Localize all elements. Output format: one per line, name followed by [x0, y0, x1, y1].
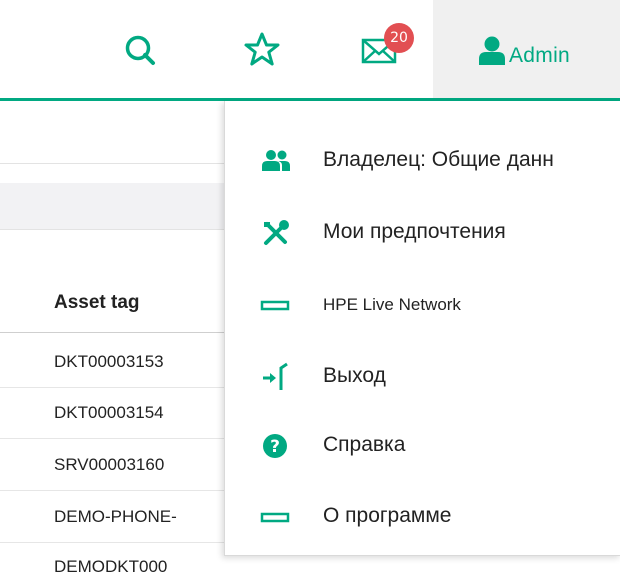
user-menu-button[interactable]: Admin: [433, 0, 620, 98]
search-icon: [125, 35, 155, 65]
row-divider: [0, 387, 224, 388]
menu-item-owner[interactable]: Владелец: Общие данн: [225, 133, 620, 189]
row-divider: [0, 438, 224, 439]
menu-item-label: Выход: [323, 364, 386, 387]
menu-item-about[interactable]: О программе: [225, 489, 620, 545]
menu-item-live-network[interactable]: HPE Live Network: [225, 277, 620, 333]
table-cell[interactable]: DKT00003154: [54, 403, 164, 423]
divider: [0, 163, 224, 164]
menu-item-logout[interactable]: Выход: [225, 349, 620, 405]
menu-item-help[interactable]: ? Справка: [225, 418, 620, 474]
notification-badge: 20: [384, 23, 414, 53]
row-divider: [0, 490, 224, 491]
table-cell[interactable]: DEMO-PHONE-: [54, 507, 177, 527]
user-dropdown-menu: Владелец: Общие данн Мои предпочтения HP…: [224, 101, 620, 556]
filter-bar: [0, 183, 224, 229]
help-icon: ?: [263, 434, 287, 458]
table-cell[interactable]: DEMODKT000: [54, 557, 167, 577]
menu-item-label: HPE Live Network: [323, 295, 461, 314]
menu-item-preferences[interactable]: Мои предпочтения: [225, 205, 620, 261]
divider: [0, 229, 224, 230]
table-cell[interactable]: SRV00003160: [54, 455, 164, 475]
user-group-icon: [262, 150, 290, 171]
menu-item-label: Владелец: Общие данн: [323, 148, 554, 171]
star-icon: [244, 32, 280, 66]
rectangle-icon: [260, 512, 290, 523]
tools-icon: [264, 220, 289, 245]
row-divider: [0, 542, 224, 543]
menu-item-label: Мои предпочтения: [323, 220, 506, 243]
rectangle-icon: [260, 300, 290, 311]
logout-icon: [263, 362, 288, 390]
menu-item-label: Справка: [323, 433, 406, 456]
user-name: Admin: [509, 44, 571, 67]
user-icon: [479, 36, 505, 65]
header-divider: [0, 332, 224, 333]
favorites-button[interactable]: [240, 28, 284, 72]
menu-item-label: О программе: [323, 504, 452, 527]
column-header-asset-tag[interactable]: Asset tag: [54, 292, 140, 314]
top-bar: 20 Admin: [0, 0, 620, 101]
table-cell[interactable]: DKT00003153: [54, 352, 164, 372]
search-button[interactable]: [118, 28, 162, 72]
svg-text:?: ?: [270, 437, 280, 457]
